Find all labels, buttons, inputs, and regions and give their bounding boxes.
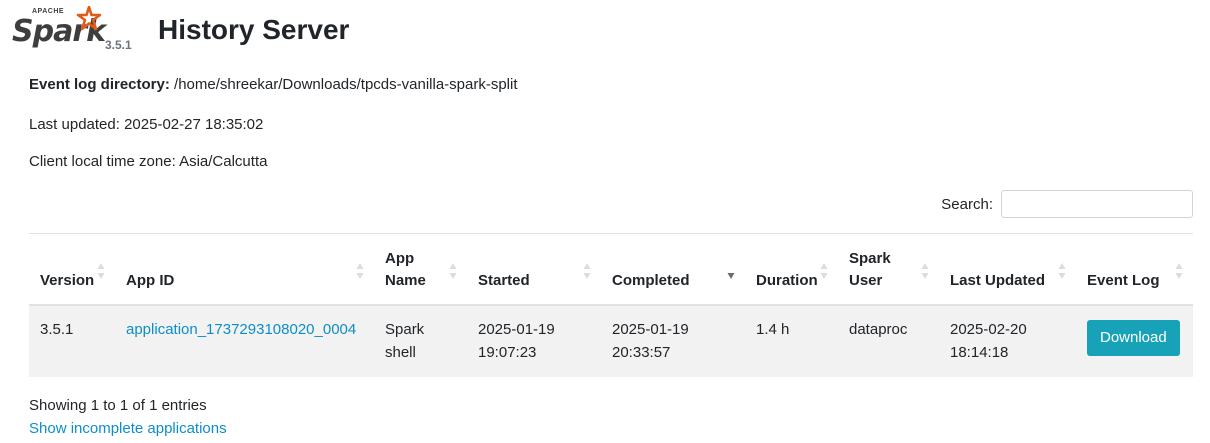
spark-star-icon	[76, 6, 102, 31]
cell-app-id: application_1737293108020_0004	[115, 304, 374, 377]
cell-completed: 2025-01-19 20:33:57	[601, 304, 745, 377]
event-log-directory-value: /home/shreekar/Downloads/tpcds-vanilla-s…	[174, 76, 518, 93]
cell-spark-user: dataproc	[838, 304, 939, 377]
search-box: Search:	[941, 189, 1193, 219]
spark-version-badge: 3.5.1	[105, 38, 132, 52]
event-log-directory-label: Event log directory:	[29, 76, 170, 93]
page-header: APACHE Spark 3.5.1 History Server	[0, 0, 1210, 60]
app-id-link[interactable]: application_1737293108020_0004	[126, 321, 356, 338]
search-label: Search:	[941, 195, 993, 213]
header-version[interactable]: Version	[29, 233, 115, 306]
sort-both-icon	[820, 262, 828, 279]
header-duration[interactable]: Duration	[745, 233, 838, 306]
sort-descending-icon	[727, 272, 735, 279]
cell-duration: 1.4 h	[745, 304, 838, 377]
cell-last-updated: 2025-02-20 18:14:18	[939, 304, 1076, 377]
header-last-updated[interactable]: Last Updated	[939, 233, 1076, 306]
page-title: History Server	[158, 14, 350, 45]
spark-logo[interactable]: APACHE Spark	[12, 6, 106, 54]
cell-event-log: Download	[1076, 304, 1193, 377]
cell-app-name: Spark shell	[374, 304, 467, 377]
header-started[interactable]: Started	[467, 233, 601, 306]
download-button[interactable]: Download	[1087, 319, 1180, 356]
last-updated-text: Last updated: 2025-02-27 18:35:02	[29, 116, 264, 133]
header-completed[interactable]: Completed	[601, 233, 745, 306]
sort-both-icon	[449, 262, 457, 279]
header-app-name[interactable]: App Name	[374, 233, 467, 306]
sort-both-icon	[583, 262, 591, 279]
table-header-row: Version App ID App Name Started Complete…	[29, 233, 1193, 306]
applications-table-wrapper: Version App ID App Name Started Complete…	[29, 233, 1193, 377]
header-spark-user[interactable]: Spark User	[838, 233, 939, 306]
sort-both-icon	[1058, 262, 1066, 279]
header-app-id[interactable]: App ID	[115, 233, 374, 306]
cell-version: 3.5.1	[29, 304, 115, 377]
show-incomplete-link[interactable]: Show incomplete applications	[29, 420, 227, 437]
event-log-directory: Event log directory: /home/shreekar/Down…	[29, 76, 518, 93]
search-input[interactable]	[1001, 190, 1193, 218]
sort-both-icon	[97, 262, 105, 279]
timezone-text: Client local time zone: Asia/Calcutta	[29, 153, 268, 170]
cell-started: 2025-01-19 19:07:23	[467, 304, 601, 377]
sort-both-icon	[356, 262, 364, 279]
table-info-text: Showing 1 to 1 of 1 entries	[29, 397, 207, 414]
applications-table: Version App ID App Name Started Complete…	[29, 233, 1193, 377]
header-event-log[interactable]: Event Log	[1076, 233, 1193, 306]
sort-both-icon	[921, 262, 929, 279]
sort-both-icon	[1175, 262, 1183, 279]
table-row: 3.5.1 application_1737293108020_0004 Spa…	[29, 304, 1193, 377]
